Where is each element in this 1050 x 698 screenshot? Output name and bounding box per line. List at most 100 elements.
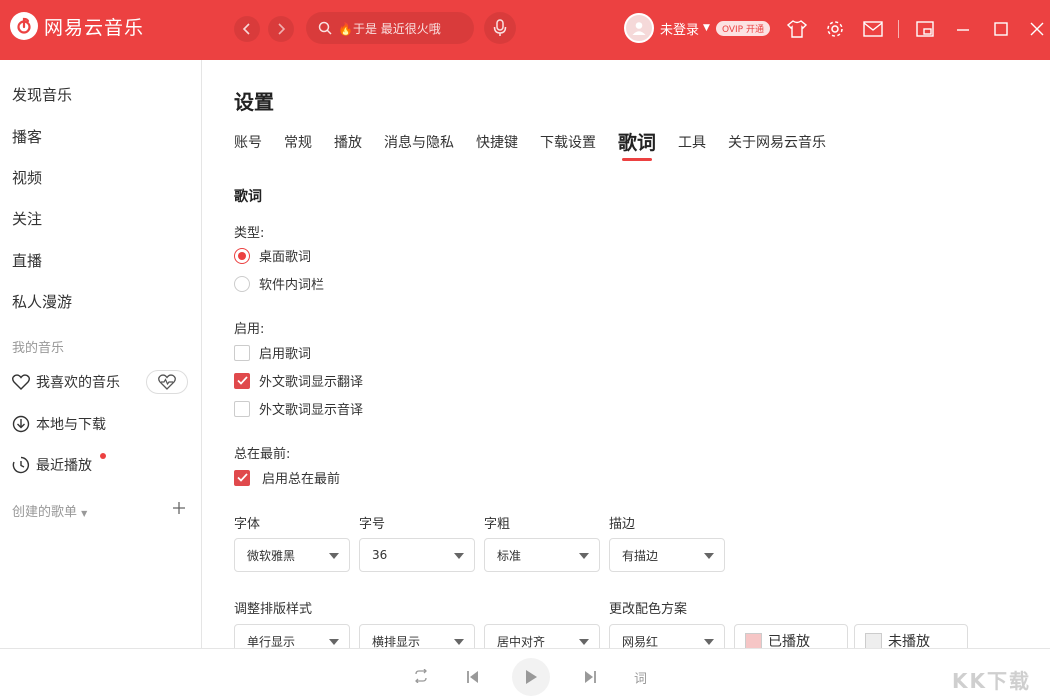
- color-scheme-select[interactable]: 网易红: [609, 624, 725, 648]
- plus-icon: [173, 502, 185, 514]
- mini-mode-button[interactable]: [914, 18, 936, 40]
- sidebar-item-label: 最近播放: [36, 458, 92, 474]
- caret-down-icon: ▼: [81, 509, 88, 518]
- username[interactable]: 未登录: [660, 19, 699, 38]
- radio-button[interactable]: [234, 275, 250, 292]
- radio-desktop-lyrics[interactable]: 桌面歌词: [234, 246, 311, 265]
- checkbox[interactable]: [234, 344, 250, 361]
- minimize-button[interactable]: [952, 18, 974, 40]
- line-mode-select[interactable]: 单行显示: [234, 624, 350, 648]
- search-placeholder: 🔥于是 最近很火哦: [338, 21, 441, 36]
- loop-mode-button[interactable]: [413, 669, 429, 683]
- sidebar: 发现音乐 播客 视频 关注 直播 私人漫游 我的音乐 我喜欢的音乐 本地与下载 …: [0, 60, 202, 648]
- font-size-select[interactable]: 36: [359, 538, 475, 572]
- gear-icon: [827, 21, 843, 37]
- tab-about[interactable]: 关于网易云音乐: [728, 132, 826, 155]
- heartbeat-mode-button[interactable]: [146, 370, 188, 394]
- stroke-label: 描边: [609, 517, 636, 532]
- app-logo[interactable]: 网易云音乐: [10, 12, 144, 40]
- orientation-select[interactable]: 横排显示: [359, 624, 475, 648]
- tab-account[interactable]: 账号: [234, 132, 262, 155]
- avatar[interactable]: [624, 13, 654, 43]
- sidebar-item-local-download[interactable]: 本地与下载: [12, 414, 106, 434]
- forward-button[interactable]: [268, 16, 294, 42]
- played-color-swatch: [745, 632, 762, 648]
- type-label: 类型:: [234, 226, 265, 241]
- sidebar-item-recent[interactable]: 最近播放: [12, 455, 92, 475]
- minimize-icon: [957, 29, 969, 31]
- tab-general[interactable]: 常规: [284, 132, 312, 155]
- search-icon: [318, 21, 332, 35]
- sidebar-item-label: 我喜欢的音乐: [36, 375, 120, 391]
- radio-button[interactable]: [234, 247, 250, 264]
- previous-icon: [467, 671, 478, 683]
- maximize-button[interactable]: [990, 18, 1012, 40]
- font-size-label: 字号: [359, 517, 386, 532]
- play-button[interactable]: [512, 658, 550, 696]
- sidebar-item-discover[interactable]: 发现音乐: [12, 84, 72, 105]
- heart-icon: [12, 374, 30, 390]
- checkbox[interactable]: [234, 469, 250, 486]
- voice-search-button[interactable]: [484, 12, 516, 44]
- tab-shortcuts[interactable]: 快捷键: [476, 132, 518, 155]
- option-label: 启用歌词: [259, 347, 312, 362]
- caret-down-icon: [704, 553, 714, 559]
- loop-icon: [415, 669, 427, 683]
- tab-playback[interactable]: 播放: [334, 132, 362, 155]
- checkmark-icon: [236, 473, 248, 482]
- unplayed-color-button[interactable]: 未播放: [854, 624, 968, 648]
- checkbox[interactable]: [234, 372, 250, 389]
- play-icon: [526, 670, 537, 684]
- tshirt-icon: [787, 20, 807, 38]
- close-button[interactable]: [1026, 18, 1048, 40]
- sidebar-item-liked-music[interactable]: 我喜欢的音乐: [12, 372, 120, 392]
- user-menu[interactable]: 未登录 ▼ OVIP 开通: [624, 13, 770, 43]
- lyrics-toggle-button[interactable]: 词: [634, 668, 647, 687]
- font-label: 字体: [234, 517, 261, 532]
- mail-icon: [863, 21, 883, 37]
- checkbox-show-translation[interactable]: 外文歌词显示翻译: [234, 371, 363, 390]
- settings-button[interactable]: [824, 18, 846, 40]
- tab-lyrics[interactable]: 歌词: [618, 128, 656, 161]
- back-button[interactable]: [234, 16, 260, 42]
- messages-button[interactable]: [862, 18, 884, 40]
- caret-down-icon[interactable]: ▼: [703, 23, 710, 33]
- microphone-icon: [493, 19, 507, 36]
- chevron-left-icon: [242, 23, 250, 35]
- sidebar-item-follow[interactable]: 关注: [12, 208, 42, 229]
- sidebar-item-live[interactable]: 直播: [12, 250, 42, 271]
- alignment-select[interactable]: 居中对齐: [484, 624, 600, 648]
- played-color-button[interactable]: 已播放: [734, 624, 848, 648]
- unplayed-color-swatch: [865, 632, 882, 648]
- vip-badge[interactable]: OVIP 开通: [715, 20, 770, 36]
- layout-style-label: 调整排版样式: [234, 602, 313, 617]
- next-icon: [585, 671, 596, 683]
- previous-button[interactable]: [466, 670, 480, 684]
- checkbox-always-on-top[interactable]: 启用总在最前: [234, 468, 340, 487]
- skin-button[interactable]: [786, 18, 808, 40]
- font-weight-select[interactable]: 标准: [484, 538, 600, 572]
- checkbox-show-transliteration[interactable]: 外文歌词显示音译: [234, 399, 363, 418]
- font-select[interactable]: 微软雅黑: [234, 538, 350, 572]
- radio-in-app-lyrics[interactable]: 软件内词栏: [234, 274, 324, 293]
- add-playlist-button[interactable]: [172, 500, 186, 519]
- download-icon: [12, 415, 30, 433]
- search-input[interactable]: 🔥于是 最近很火哦: [306, 12, 474, 44]
- settings-panel: 设置 账号 常规 播放 消息与隐私 快捷键 下载设置 歌词 工具 关于网易云音乐…: [203, 60, 1050, 648]
- sidebar-item-private-fm[interactable]: 私人漫游: [12, 291, 72, 312]
- checkbox[interactable]: [234, 400, 250, 417]
- close-icon: [1030, 22, 1044, 36]
- caret-down-icon: [579, 553, 589, 559]
- created-playlists-heading[interactable]: 创建的歌单 ▼: [12, 501, 87, 520]
- checkbox-enable-lyrics[interactable]: 启用歌词: [234, 343, 311, 362]
- sidebar-item-podcast[interactable]: 播客: [12, 126, 42, 147]
- sidebar-item-video[interactable]: 视频: [12, 167, 42, 188]
- tab-privacy[interactable]: 消息与隐私: [384, 132, 454, 155]
- chevron-right-icon: [278, 23, 286, 35]
- next-button[interactable]: [583, 670, 597, 684]
- tab-download[interactable]: 下载设置: [540, 132, 596, 155]
- my-music-heading: 我的音乐: [12, 341, 65, 356]
- stroke-select[interactable]: 有描边: [609, 538, 725, 572]
- tab-tools[interactable]: 工具: [678, 132, 706, 155]
- recent-icon: [12, 456, 30, 474]
